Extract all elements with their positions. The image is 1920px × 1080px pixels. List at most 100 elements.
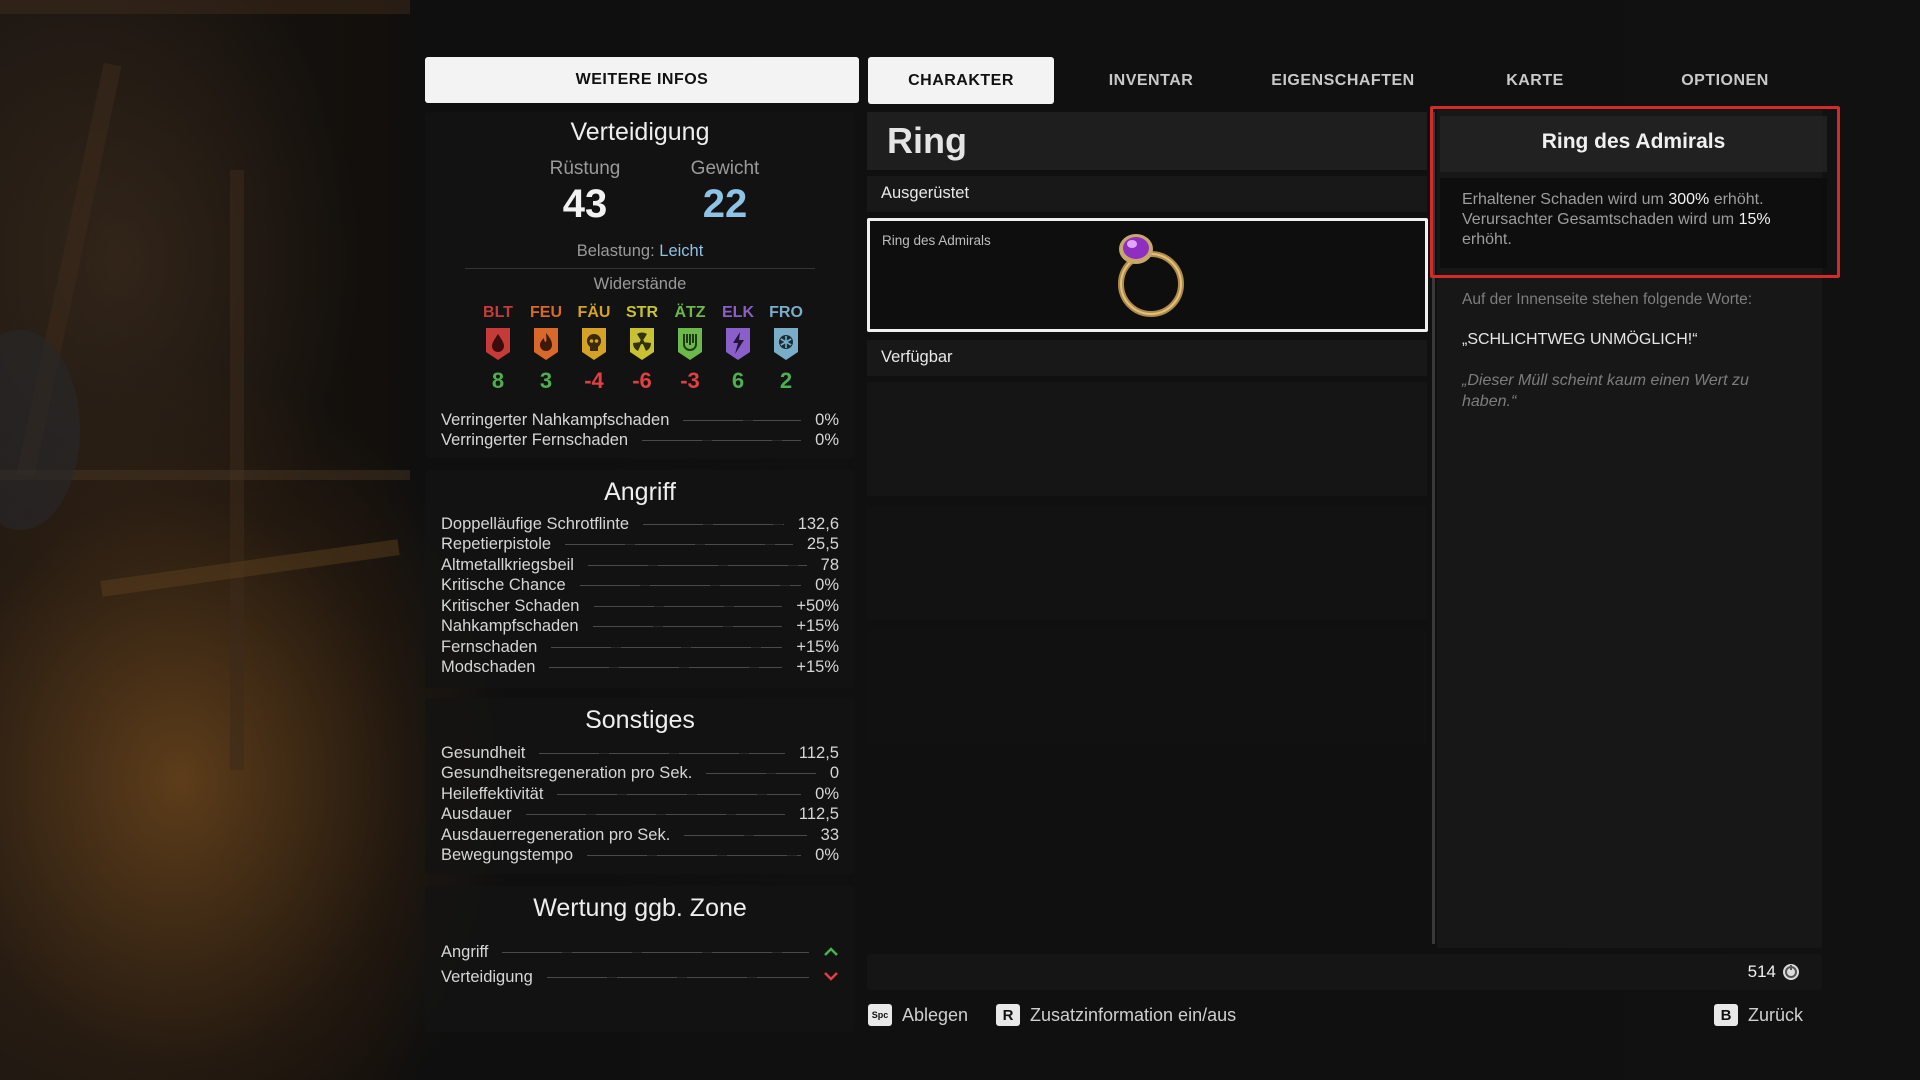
info-toggle-prompt[interactable]: R Zusatzinformation ein/aus xyxy=(996,1003,1236,1027)
tab-inventar[interactable]: INVENTAR xyxy=(1076,57,1226,104)
stat-row: Nahkampfschaden +15% xyxy=(441,617,839,637)
weight-label: Gewicht xyxy=(690,158,760,179)
stat-leader-line xyxy=(551,646,783,648)
stat-label: Kritischer Schaden xyxy=(441,596,580,615)
stat-value: 0% xyxy=(815,784,839,803)
stat-label: Doppelläufige Schrotflinte xyxy=(441,514,630,533)
back-prompt[interactable]: B Zurück xyxy=(1714,1003,1803,1027)
stat-leader-line xyxy=(539,752,785,754)
stat-value: +15% xyxy=(796,637,839,656)
b-key-icon: B xyxy=(1714,1004,1738,1026)
tab-label: KARTE xyxy=(1506,71,1564,89)
stat-leader-line xyxy=(549,667,783,668)
load-row: Belastung: Leicht xyxy=(425,242,855,261)
resistance-blt: BLT 8 xyxy=(476,304,520,394)
tab-karte[interactable]: KARTE xyxy=(1460,57,1610,104)
stat-row: Kritische Chance 0% xyxy=(441,576,839,596)
skull-icon xyxy=(580,326,608,362)
stat-value: 0% xyxy=(815,576,839,594)
resistances-title: Widerstände xyxy=(593,275,687,293)
stat-label: Repetierpistole xyxy=(441,535,552,553)
resistance-value: 2 xyxy=(779,368,793,393)
stat-value: 0% xyxy=(815,846,839,864)
description-text: Erhaltener Schaden wird um xyxy=(1462,191,1669,208)
flavor-line-1: „Dieser Müll scheint kaum einen Wert zu xyxy=(1462,372,1749,389)
tab-eigenschaften[interactable]: EIGENSCHAFTEN xyxy=(1258,57,1428,104)
description-line-2: Verursachter Gesamtschaden wird um 15% xyxy=(1462,210,1805,230)
ring-icon xyxy=(1106,229,1196,321)
stat-leader-line xyxy=(557,793,802,795)
stat-value: +15% xyxy=(796,617,839,635)
resistance-code: STR xyxy=(626,304,658,321)
zone-panel: Wertung ggb. Zone Angriff Verteidigung xyxy=(425,886,855,1032)
info-toggle-label: Zusatzinformation ein/aus xyxy=(1030,1004,1237,1025)
defense-title: Verteidigung xyxy=(570,118,710,146)
stat-leader-line xyxy=(706,773,816,774)
stat-row: Fernschaden +15% xyxy=(441,637,839,657)
misc-title: Sonstiges xyxy=(585,706,695,734)
resistance-feu: FEU 3 xyxy=(524,304,568,394)
resistance-elk: ELK 6 xyxy=(716,304,760,394)
stat-value: 0% xyxy=(815,410,839,429)
stat-row: Bewegungstempo 0% xyxy=(441,846,839,866)
equipped-item-slot[interactable]: Ring des Admirals xyxy=(867,218,1428,332)
resistance-code: FÄU xyxy=(577,304,611,321)
resistance-atz: ÄTZ -3 xyxy=(668,304,712,394)
drop-prompt[interactable]: Spc Ablegen xyxy=(868,1003,968,1027)
zone-row-defense: Verteidigung xyxy=(441,967,839,987)
stat-row: Doppelläufige Schrotflinte 132,6 xyxy=(441,514,839,534)
tab-weitere-infos[interactable]: WEITERE INFOS xyxy=(425,57,859,103)
stat-leader-line xyxy=(525,814,785,815)
blood-drop-icon xyxy=(484,326,512,362)
stat-row: Ausdauer 112,5 xyxy=(441,805,839,825)
stat-value: 25,5 xyxy=(806,535,839,553)
fire-icon xyxy=(532,326,560,362)
stat-value: 33 xyxy=(820,825,839,844)
inscription-intro: Auf der Innenseite stehen folgende Worte… xyxy=(1462,291,1753,308)
item-detail-title: Ring des Admirals xyxy=(1541,130,1726,153)
currency-value: 514 xyxy=(1747,962,1776,981)
tab-charakter[interactable]: CHARAKTER xyxy=(868,57,1054,104)
category-title: Ring xyxy=(887,120,967,161)
equipped-header: Ausgerüstet xyxy=(867,176,1427,212)
resistance-fro: FRO 2 xyxy=(764,304,808,394)
stat-value: 0 xyxy=(829,764,839,782)
r-key-icon: R xyxy=(996,1004,1020,1026)
description-value: 300% xyxy=(1668,191,1710,208)
stat-label: Angriff xyxy=(441,942,489,961)
flavor-text: „Dieser Müll scheint kaum einen Wert zu … xyxy=(1462,370,1812,412)
chevron-up-icon xyxy=(823,943,839,962)
resistance-code: FEU xyxy=(530,304,562,321)
resistance-value: 6 xyxy=(731,368,745,393)
description-line-3: erhöht. xyxy=(1462,231,1512,248)
empty-slot[interactable] xyxy=(867,754,1427,944)
empty-slot[interactable] xyxy=(867,630,1427,744)
stat-label: Verringerter Nahkampfschaden xyxy=(441,410,670,429)
stat-label: Gesundheit xyxy=(441,743,526,762)
resistance-value: 8 xyxy=(491,368,505,393)
stat-leader-line xyxy=(683,419,802,421)
defense-panel: Verteidigung Rüstung Gewicht 43 22 Belas… xyxy=(425,112,855,458)
stat-label: Fernschaden xyxy=(441,637,538,656)
snowflake-icon xyxy=(772,326,800,362)
resistance-code: ELK xyxy=(722,304,754,321)
stat-row: Altmetallkriegsbeil 78 xyxy=(441,555,839,575)
drop-label: Ablegen xyxy=(902,1004,969,1025)
stat-value: 0% xyxy=(815,430,839,449)
tab-optionen[interactable]: OPTIONEN xyxy=(1650,57,1800,104)
resistance-code: BLT xyxy=(483,304,513,321)
stat-row: Heileffektivität 0% xyxy=(441,784,839,804)
divider xyxy=(465,268,815,269)
empty-slot[interactable] xyxy=(867,506,1427,620)
stat-leader-line xyxy=(592,626,783,627)
empty-slot[interactable] xyxy=(867,382,1427,496)
load-value: Leicht xyxy=(659,242,704,260)
stat-value: 112,5 xyxy=(798,743,839,762)
weight-value: 22 xyxy=(702,182,748,226)
inscription-text: „SCHLICHTWEG UNMÖGLICH!“ xyxy=(1462,331,1698,348)
stat-label: Nahkampfschaden xyxy=(441,617,579,635)
resistance-str: STR -6 xyxy=(620,304,664,394)
currency-bar: 514 xyxy=(867,954,1822,990)
stat-value: 78 xyxy=(820,555,839,574)
stat-value: 132,6 xyxy=(797,514,839,533)
